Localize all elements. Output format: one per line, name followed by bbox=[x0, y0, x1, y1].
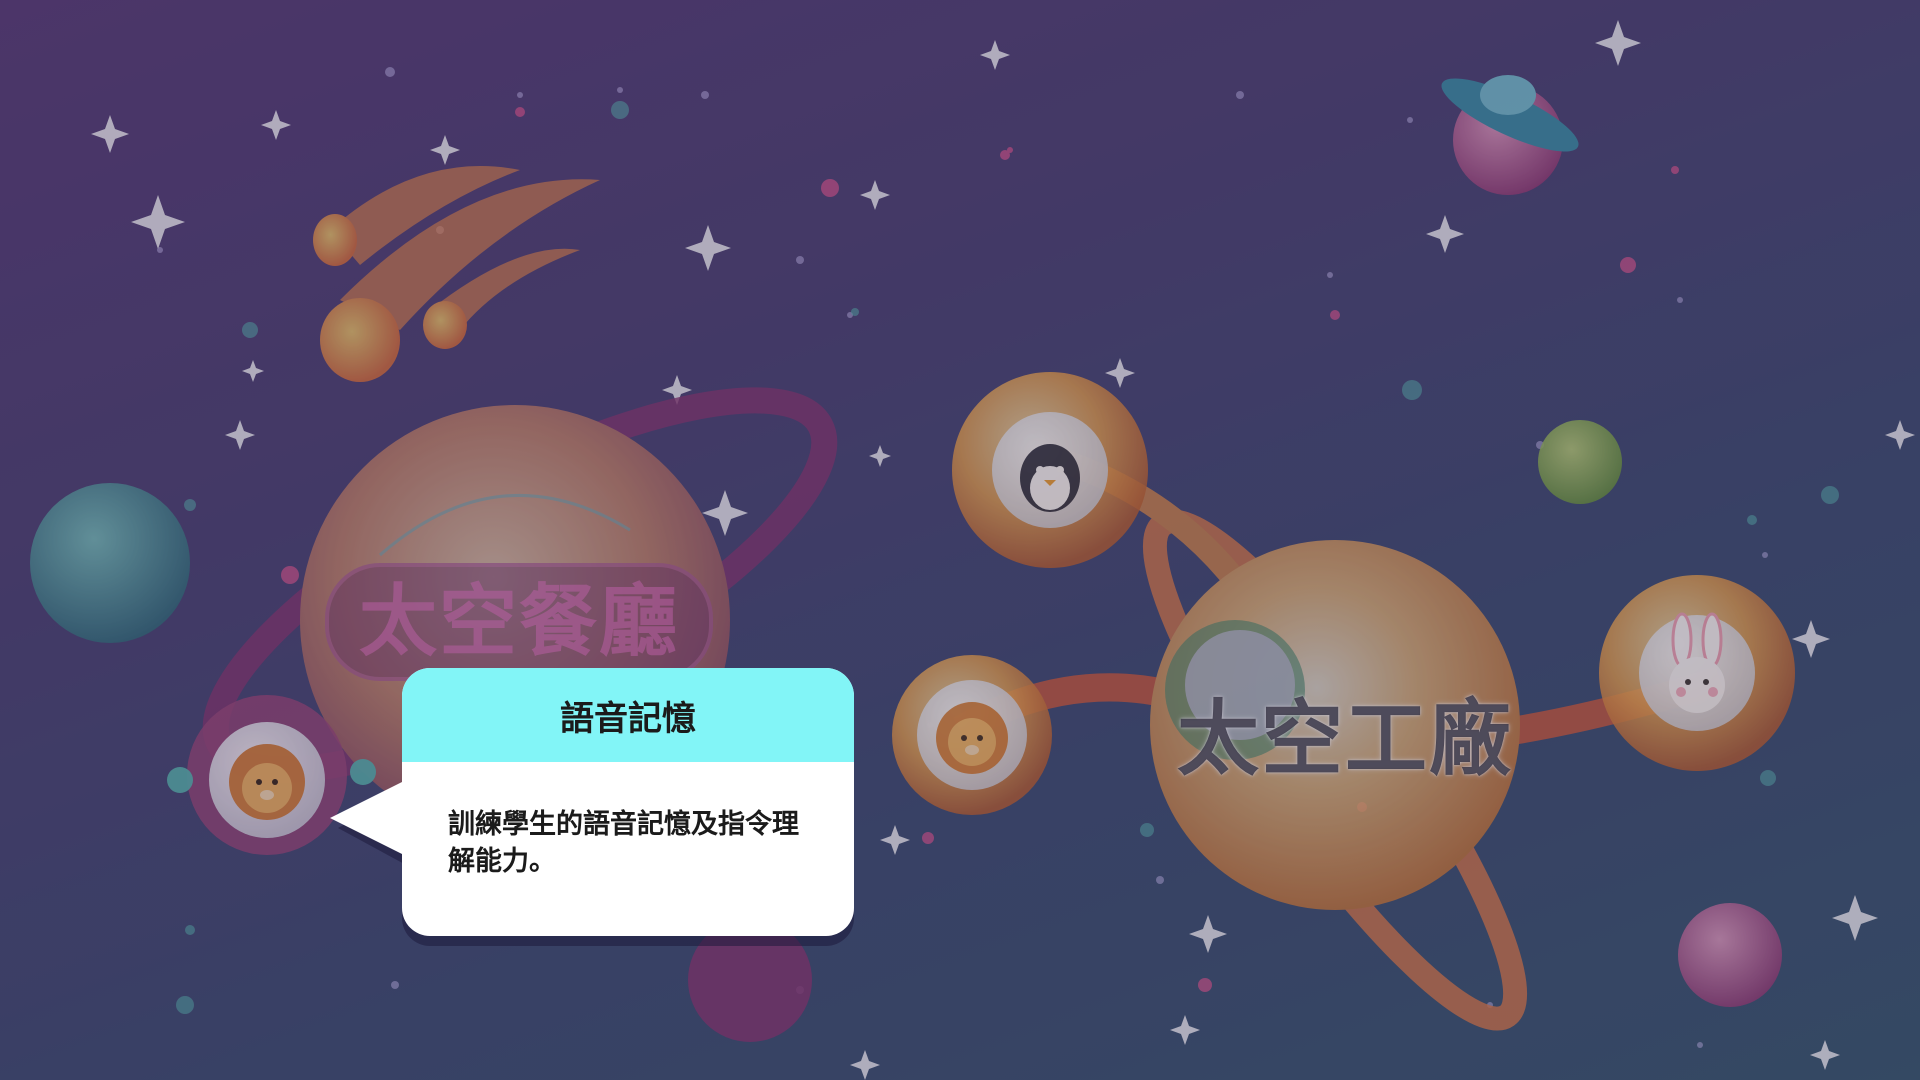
tooltip-description: 訓練學生的語音記憶及指令理解能力。 bbox=[448, 809, 799, 877]
factory-planet-button[interactable] bbox=[1150, 540, 1520, 910]
purple-asteroid bbox=[688, 918, 812, 1042]
green-planet bbox=[1538, 420, 1622, 504]
ufo-icon bbox=[1441, 75, 1579, 195]
restaurant-lion-game-node[interactable] bbox=[209, 722, 325, 838]
penguin-game-node[interactable] bbox=[992, 412, 1108, 528]
meteors bbox=[313, 166, 600, 382]
tooltip-card: 語音記憶 訓練學生的語音記憶及指令理解能力。 bbox=[402, 668, 854, 936]
lion-game-node[interactable] bbox=[917, 680, 1027, 790]
rabbit-game-node[interactable] bbox=[1639, 615, 1755, 731]
game-info-tooltip: 語音記憶 訓練學生的語音記憶及指令理解能力。 bbox=[330, 668, 854, 936]
teal-planet bbox=[30, 483, 190, 643]
game-map-screen: 太空餐廳 太空工廠 語音記憶 訓練學生的語音記憶及指令理解能力。 bbox=[0, 0, 1920, 1080]
tooltip-title: 語音記憶 bbox=[560, 698, 696, 739]
tooltip-tail bbox=[330, 780, 406, 856]
tooltip-header: 語音記憶 bbox=[402, 668, 854, 762]
pink-planet bbox=[1678, 903, 1782, 1007]
space-background bbox=[30, 20, 1915, 1080]
